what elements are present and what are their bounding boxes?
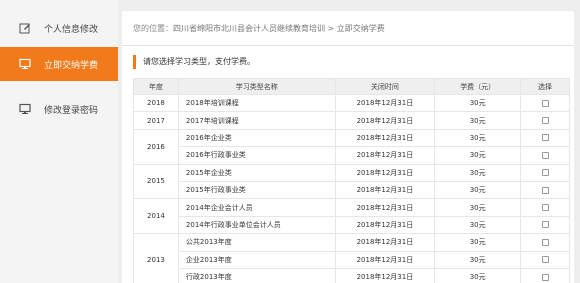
select-cell [520,128,570,148]
type-name-cell: 公共2013年度 [177,233,336,252]
sidebar-item-label: 修改登录密码 [44,105,99,116]
close-time-cell: 2018年12月31日 [334,215,436,235]
select-checkbox[interactable] [541,117,549,125]
sidebar: 个人信息修改 立即交纳学费 修改登录密码 [0,0,118,283]
table-row: 2014 2014年企业会计人员 2018年12月31日 30元 [133,198,570,235]
select-cell [520,180,570,200]
select-cell [520,233,570,252]
table-row: 2016年行政事业类 2018年12月31日 30元 [134,146,570,165]
select-cell [520,93,570,113]
edit-icon [19,23,30,34]
col-header-type-name: 学习类型名称 [177,78,336,95]
fee-cell: 30元 [434,250,522,269]
table-row: 2013 公共2013年度 2018年12月31日 30元 [133,233,570,283]
table-row: 2015年行政事业类 2018年12月31日 30元 [134,180,570,200]
select-checkbox[interactable] [541,256,549,264]
close-time-cell: 2018年12月31日 [334,233,436,252]
fee-cell: 30元 [434,128,522,148]
breadcrumb: 您的位置：四川省绵阳市北川县会计人员继续教育培训 > 立即交纳学费 [122,11,574,46]
col-header-year: 年度 [133,78,179,95]
type-name-cell: 2015年行政事业类 [177,180,336,200]
table-header-row: 年度 学习类型名称 关闭时间 学费（元） 选择 [133,78,570,95]
type-name-cell: 2014年行政事业单位会计人员 [177,215,336,235]
select-cell [520,111,570,130]
fee-cell: 30元 [434,198,522,217]
tuition-table: 年度 学习类型名称 关闭时间 学费（元） 选择 2018 2018年培训课程 2… [133,78,570,283]
select-cell [520,146,570,165]
close-time-cell: 2018年12月31日 [334,128,436,148]
close-time-cell: 2018年12月31日 [334,267,436,283]
fee-cell: 30元 [434,215,522,235]
fee-cell: 30元 [434,180,522,200]
sidebar-item-change-password[interactable]: 修改登录密码 [0,92,118,126]
col-header-select: 选择 [520,78,570,95]
table-row: 企业2013年度 2018年12月31日 30元 [134,250,570,269]
notice-text: 请您选择学习类型，支付学费。 [133,55,574,69]
monitor-icon [19,58,31,69]
table-row: 行政2013年度 2018年12月31日 30元 [134,267,570,283]
sidebar-item-label: 个人信息修改 [44,24,99,35]
table-row: 2015 2015年企业类 2018年12月31日 30元 [133,163,570,200]
select-checkbox[interactable] [541,273,549,281]
type-name-cell: 企业2013年度 [177,250,336,269]
close-time-cell: 2018年12月31日 [334,180,436,200]
fee-cell: 30元 [434,111,522,130]
fee-cell: 30元 [434,163,522,182]
table-row: 2017 2017年培训课程 2018年12月31日 30元 [133,111,570,130]
select-cell [520,250,570,269]
monitor-icon [19,103,31,114]
main-panel: 您的位置：四川省绵阳市北川县会计人员继续教育培训 > 立即交纳学费 请您选择学习… [122,11,574,283]
select-checkbox[interactable] [541,151,549,159]
type-name-cell: 2015年企业类 [177,163,336,182]
close-time-cell: 2018年12月31日 [334,111,436,130]
fee-cell: 30元 [434,267,522,283]
select-checkbox[interactable] [541,134,549,142]
close-time-cell: 2018年12月31日 [334,163,436,182]
type-name-cell: 2016年行政事业类 [177,146,336,165]
select-checkbox[interactable] [541,238,549,246]
type-name-cell: 2014年企业会计人员 [177,198,336,217]
type-name-cell: 2017年培训课程 [177,111,336,130]
fee-cell: 30元 [434,146,522,165]
select-checkbox[interactable] [541,204,549,212]
table-row: 2014年行政事业单位会计人员 2018年12月31日 30元 [134,215,570,235]
table-row: 2018 2018年培训课程 2018年12月31日 30元 [133,93,570,113]
year-cell: 2017 [133,111,179,130]
close-time-cell: 2018年12月31日 [334,146,436,165]
close-time-cell: 2018年12月31日 [334,198,436,217]
select-cell [520,267,570,283]
year-cell: 2018 [133,93,179,113]
sidebar-item-edit-profile[interactable]: 个人信息修改 [0,11,118,45]
type-name-cell: 2018年培训课程 [177,93,336,113]
sidebar-item-pay-tuition[interactable]: 立即交纳学费 [0,47,118,81]
breadcrumb-prefix: 您的位置： [133,24,173,33]
year-cell: 2014 [133,198,179,235]
select-checkbox[interactable] [541,169,549,177]
col-header-close-time: 关闭时间 [334,78,436,95]
select-cell [520,163,570,182]
select-checkbox[interactable] [541,221,549,229]
year-cell: 2013 [133,233,179,283]
breadcrumb-path: 四川省绵阳市北川县会计人员继续教育培训 > 立即交纳学费 [173,24,385,33]
year-cell: 2015 [133,163,179,200]
select-cell [520,215,570,235]
col-header-fee: 学费（元） [434,78,522,95]
table-row: 2016 2016年企业类 2018年12月31日 30元 [133,128,570,165]
close-time-cell: 2018年12月31日 [334,250,436,269]
select-cell [520,198,570,217]
sidebar-item-label: 立即交纳学费 [44,60,99,71]
close-time-cell: 2018年12月31日 [334,93,436,113]
type-name-cell: 2016年企业类 [177,128,336,148]
select-checkbox[interactable] [541,99,549,107]
year-cell: 2016 [133,128,179,165]
type-name-cell: 行政2013年度 [177,267,336,283]
fee-cell: 30元 [434,93,522,113]
select-checkbox[interactable] [541,186,549,194]
fee-cell: 30元 [434,233,522,252]
